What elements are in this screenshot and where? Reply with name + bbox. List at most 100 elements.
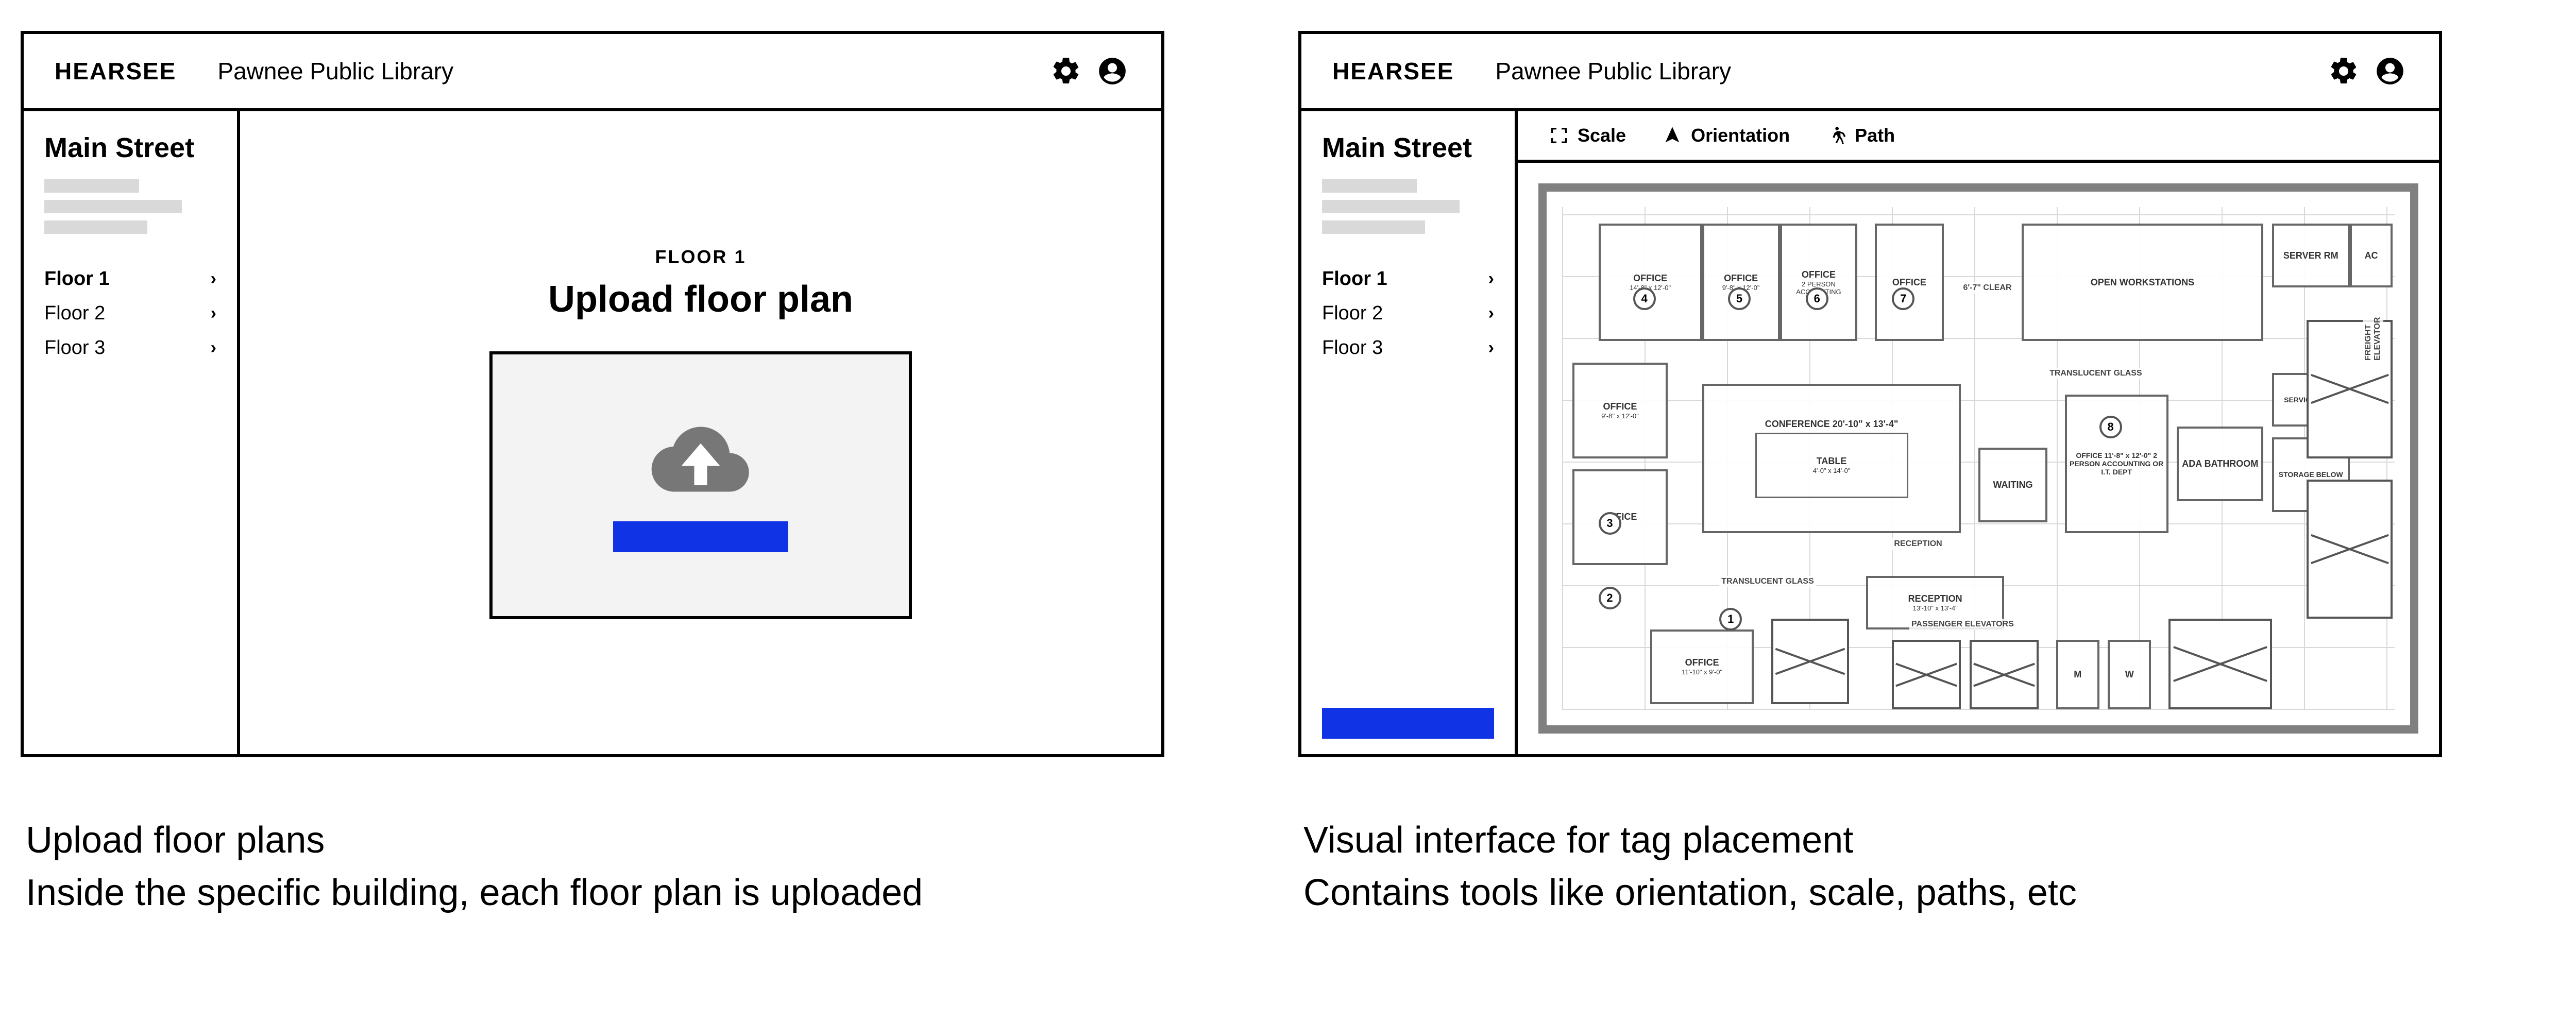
tag-marker[interactable]: 4: [1633, 287, 1656, 310]
sidebar-item-floor-2[interactable]: Floor 2 ›: [1322, 296, 1494, 331]
floor-label: Floor 3: [44, 337, 105, 359]
sidebar: Main Street Floor 1 › Floor 2 › Floor 3 …: [1301, 111, 1518, 754]
chevron-right-icon: ›: [211, 269, 216, 289]
caption-sub: Contains tools like orientation, scale, …: [1303, 872, 2447, 914]
sidebar-heading: Main Street: [44, 132, 216, 164]
editor-screen: HEARSEE Pawnee Public Library Main Stree…: [1298, 31, 2442, 757]
room-label: OPEN WORKSTATIONS: [2091, 277, 2194, 288]
stair-well-2: [1771, 619, 1849, 704]
stair-well-3: [2168, 619, 2272, 709]
caption-right: Visual interface for tag placement Conta…: [1303, 819, 2447, 914]
floor-label: Floor 2: [44, 302, 105, 325]
location-name: Pawnee Public Library: [1495, 57, 1731, 85]
chevron-right-icon: ›: [1488, 338, 1494, 358]
account-icon: [2374, 55, 2406, 87]
room-label: OFFICE: [1603, 401, 1637, 412]
brand-logo: HEARSEE: [55, 57, 176, 85]
room-label: OFFICE 11'-8" x 12'-0" 2 PERSON ACCOUNTI…: [2067, 451, 2166, 476]
room-label: WAITING: [1993, 480, 2033, 490]
room-dim: 9'-8" x 12'-0": [1601, 412, 1639, 420]
navigation-icon: [1662, 125, 1683, 146]
upload-title: Upload floor plan: [548, 278, 853, 320]
current-floor-label: FLOOR 1: [655, 246, 746, 268]
brand-logo: HEARSEE: [1332, 57, 1454, 85]
floor-label: Floor 1: [1322, 268, 1387, 290]
translucent-label: TRANSLUCENT GLASS: [2047, 368, 2144, 379]
room-label: OFFICE: [1685, 657, 1719, 668]
clear-label: 6'-7" CLEAR: [1961, 282, 2013, 294]
sidebar-item-floor-3[interactable]: Floor 3 ›: [44, 331, 216, 365]
tool-scale[interactable]: Scale: [1549, 125, 1626, 146]
tag-marker[interactable]: 8: [2099, 416, 2122, 438]
sidebar-item-floor-1[interactable]: Floor 1 ›: [1322, 262, 1494, 296]
sidebar-action-button[interactable]: [1322, 708, 1494, 739]
settings-button[interactable]: [2326, 53, 2362, 89]
room-label: OFFICE: [1633, 273, 1667, 284]
sidebar: Main Street Floor 1 › Floor 2 › Floor 3 …: [24, 111, 240, 754]
room-label: OFFICE: [1892, 277, 1926, 288]
caption-sub: Inside the specific building, each floor…: [26, 872, 1170, 914]
account-button[interactable]: [2372, 53, 2408, 89]
tool-orientation[interactable]: Orientation: [1662, 125, 1790, 146]
tool-label: Orientation: [1691, 125, 1790, 146]
floor-label: Floor 3: [1322, 337, 1383, 359]
sidebar-item-floor-1[interactable]: Floor 1 ›: [44, 262, 216, 296]
tag-marker[interactable]: 1: [1719, 608, 1742, 631]
upload-button[interactable]: [613, 521, 788, 552]
sidebar-placeholder: [1322, 179, 1494, 241]
room-label: M: [2074, 669, 2081, 680]
room-label: OFFICE: [1802, 269, 1836, 280]
sidebar-heading: Main Street: [1322, 132, 1494, 164]
chevron-right-icon: ›: [1488, 269, 1494, 289]
room-label: CONFERENCE 20'-10" x 13'-4": [1765, 419, 1899, 430]
freight-label: FREIGHT ELEVATOR: [2363, 315, 2383, 362]
tag-marker[interactable]: 2: [1599, 587, 1621, 609]
room-label: OFFICE: [1724, 273, 1758, 284]
sidebar-item-floor-3[interactable]: Floor 3 ›: [1322, 331, 1494, 365]
table-label: TABLE: [1817, 456, 1847, 467]
editor-toolbar: Scale Orientation Path: [1518, 111, 2439, 163]
caption-title: Upload floor plans: [26, 819, 1170, 861]
account-icon: [1096, 55, 1128, 87]
room-label: ADA BATHROOM: [2182, 458, 2258, 469]
room-label: SERVER RM: [2283, 250, 2338, 261]
upload-screen: HEARSEE Pawnee Public Library Main Stree…: [21, 31, 1164, 757]
room-label: STORAGE BELOW: [2279, 470, 2343, 479]
translucent-label-2: TRANSLUCENT GLASS: [1719, 576, 1816, 587]
cloud-upload-icon: [649, 418, 752, 501]
table-dim: 4'-0" x 14'-0": [1813, 467, 1851, 474]
topbar: HEARSEE Pawnee Public Library: [24, 34, 1161, 111]
sidebar-placeholder: [44, 179, 216, 241]
chevron-right-icon: ›: [211, 303, 216, 324]
topbar: HEARSEE Pawnee Public Library: [1301, 34, 2439, 111]
tag-marker[interactable]: 3: [1599, 512, 1621, 535]
tag-marker[interactable]: 6: [1806, 287, 1828, 310]
chevron-right-icon: ›: [211, 338, 216, 358]
gear-icon: [2328, 55, 2360, 87]
location-name: Pawnee Public Library: [217, 57, 453, 85]
gear-icon: [1050, 55, 1082, 87]
room-label: AC: [2365, 250, 2378, 261]
room-dim: 11'-10" x 9'-0": [1682, 668, 1722, 676]
elevator-2: [1970, 640, 2039, 709]
elevator-1: [1892, 640, 1961, 709]
floorplan-canvas[interactable]: OFFICE 14'-8" x 12'-0" 4 OFFICE 9'-8" x …: [1518, 163, 2439, 754]
caption-title: Visual interface for tag placement: [1303, 819, 2447, 861]
settings-button[interactable]: [1048, 53, 1084, 89]
sidebar-item-floor-2[interactable]: Floor 2 ›: [44, 296, 216, 331]
tool-path[interactable]: Path: [1826, 125, 1895, 146]
room-label: RECEPTION: [1908, 593, 1962, 604]
chevron-right-icon: ›: [1488, 303, 1494, 324]
upload-area: FLOOR 1 Upload floor plan: [240, 111, 1161, 754]
stairwell: [2307, 480, 2393, 618]
tool-label: Path: [1855, 125, 1895, 146]
expand-icon: [1549, 125, 1569, 146]
room-dim: 13'-10" x 13'-4": [1913, 604, 1958, 612]
reception-label: RECEPTION: [1892, 538, 1944, 550]
account-button[interactable]: [1094, 53, 1130, 89]
caption-left: Upload floor plans Inside the specific b…: [26, 819, 1170, 914]
room-label: W: [2125, 669, 2134, 680]
floorplan-image[interactable]: OFFICE 14'-8" x 12'-0" 4 OFFICE 9'-8" x …: [1538, 183, 2418, 734]
tool-label: Scale: [1578, 125, 1626, 146]
upload-dropzone[interactable]: [489, 351, 912, 619]
